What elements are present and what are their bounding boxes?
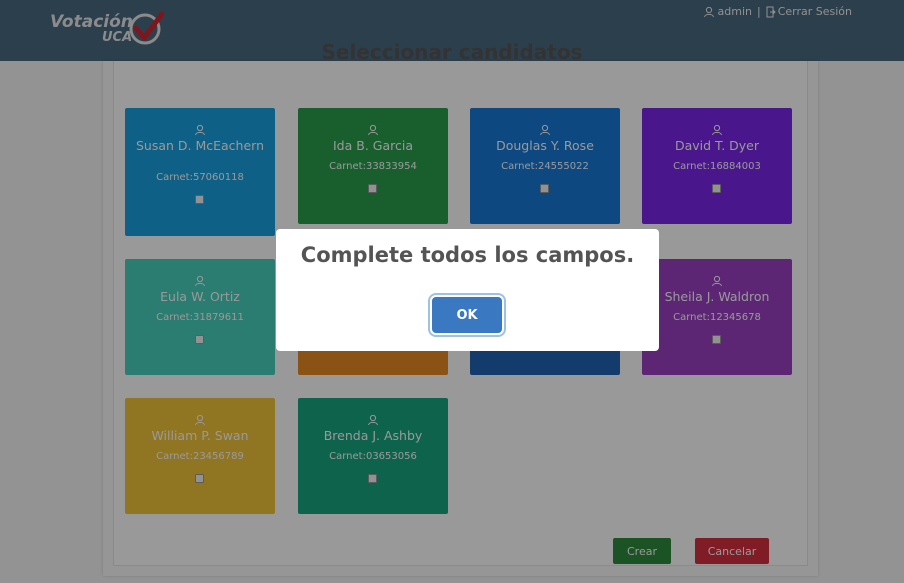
ok-button[interactable]: OK (432, 297, 502, 333)
alert-dialog: Complete todos los campos. OK (276, 229, 659, 351)
alert-message: Complete todos los campos. (300, 243, 635, 267)
